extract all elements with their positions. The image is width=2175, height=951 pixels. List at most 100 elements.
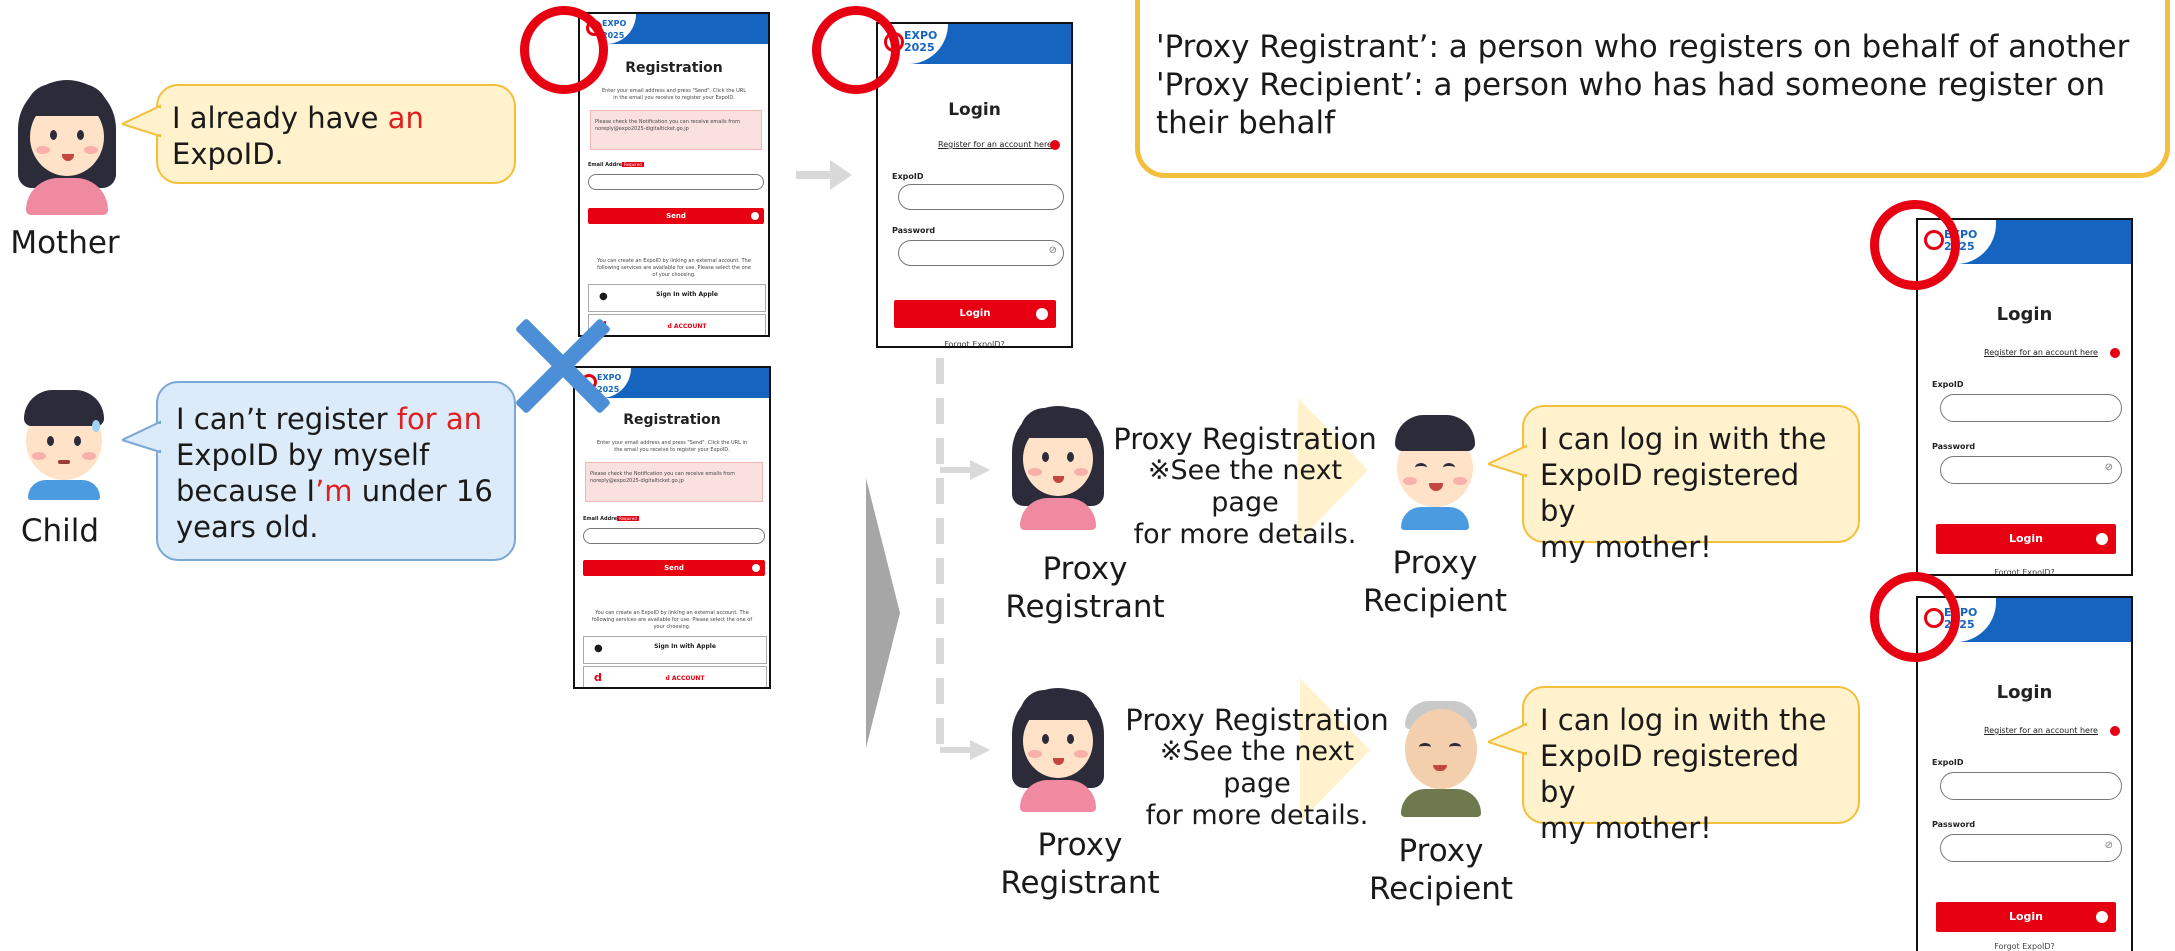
expoid-label: ExpoID — [1932, 758, 1964, 767]
proxy-recipient-boy-illustration — [1385, 415, 1485, 530]
arrow-right-icon — [752, 564, 760, 572]
definition-box: 'Proxy Registrant’: a person who registe… — [1135, 0, 2170, 178]
child-speech-d: because I — [176, 474, 316, 508]
mother-bubble-tail — [122, 104, 162, 138]
recipient-speech-2-line2: ExpoID registered by — [1540, 739, 1800, 809]
recipient-speech-2-line1: I can log in with the — [1540, 703, 1827, 737]
password-field[interactable]: ⊘ — [1940, 456, 2122, 484]
registration-notice-box: Please check the Notification you can re… — [590, 110, 762, 150]
sso-note: You can create an ExpoID by linking an e… — [597, 258, 751, 278]
apple-signin-button[interactable]: ● Sign In with Apple — [588, 284, 766, 312]
daccount-button[interactable]: d d ACCOUNT — [588, 314, 766, 335]
child-bubble-tail — [122, 420, 162, 454]
recipient-bubble-tail-2 — [1488, 722, 1528, 756]
proxy-recipient-label-2-line1: Proxy — [1398, 833, 1484, 869]
login-title: Login — [948, 100, 1001, 120]
recipient-speech-1-line3: my mother! — [1540, 530, 1712, 564]
login-screen-recipient-2: EXPO 2025 Login Register for an account h… — [1916, 596, 2133, 951]
expoid-field[interactable] — [1940, 394, 2122, 422]
definition-line-3: their behalf — [1156, 105, 1336, 141]
login-button-label: Login — [2008, 910, 2044, 923]
child-illustration — [14, 390, 114, 500]
password-field[interactable]: ⊘ — [898, 240, 1064, 266]
register-link[interactable]: Register for an account here — [1984, 348, 2098, 357]
daccount-button[interactable]: d d ACCOUNT — [583, 666, 767, 687]
highlight-ring — [1870, 572, 1960, 662]
expoid-field[interactable] — [1940, 772, 2122, 800]
proxy-registrant-label-2-line2: Registrant — [1000, 865, 1160, 901]
child-speech-c: ExpoID by myself — [176, 438, 430, 472]
apple-label: Sign In with Apple — [654, 643, 716, 650]
registration-instructions: Enter your email address and press "Send… — [601, 88, 747, 101]
password-field[interactable]: ⊘ — [1940, 834, 2122, 862]
forgot-link[interactable]: Forgot ExpoID? — [1918, 568, 2131, 574]
child-speech-b: for an — [396, 402, 482, 436]
proxy-registration-note-1: Proxy Registration ※See the next page fo… — [1110, 423, 1380, 551]
proxy-registrant-label-2: Proxy Registrant — [985, 826, 1175, 902]
logo-expo: EXPO — [602, 19, 627, 28]
register-link-arrow-icon — [2110, 726, 2120, 736]
mother-speech-bubble: I already have an ExpoID. — [156, 84, 516, 184]
registration-screen-bottom: EXPO 2025 Registration Enter your email a… — [573, 366, 771, 689]
eye-hidden-icon[interactable]: ⊘ — [1049, 245, 1057, 256]
eye-hidden-icon[interactable]: ⊘ — [2105, 462, 2113, 473]
proxy-recipient-label-1: Proxy Recipient — [1340, 544, 1530, 620]
apple-signin-button[interactable]: ● Sign In with Apple — [583, 636, 767, 664]
mother-speech-a: I already have — [172, 101, 388, 135]
expoid-field[interactable] — [898, 184, 1064, 210]
proxy-registrant-label-1: Proxy Registrant — [990, 550, 1180, 626]
register-link[interactable]: Register for an account here — [938, 140, 1052, 149]
proxy-registration-note-2-line1: ※See the next page — [1159, 736, 1355, 799]
registration-notice: Please check the Notification you can re… — [595, 119, 740, 132]
flow-chevron — [866, 478, 900, 748]
recipient-speech-1-line1: I can log in with the — [1540, 422, 1827, 456]
proxy-recipient-grandfather-illustration — [1393, 695, 1489, 817]
registration-title: Registration — [623, 412, 721, 428]
arrow-right-icon — [2096, 911, 2108, 923]
register-link-arrow-icon — [1050, 140, 1060, 150]
sso-note: You can create an ExpoID by linking an e… — [591, 610, 753, 630]
login-button-label: Login — [959, 308, 991, 319]
expoid-label: ExpoID — [1932, 380, 1964, 389]
child-speech-a: I can’t register — [176, 402, 397, 436]
login-button[interactable]: Login — [1936, 902, 2116, 932]
send-button-label: Send — [666, 212, 686, 220]
daccount-label: d ACCOUNT — [665, 675, 705, 682]
recipient-speech-1-line2: ExpoID registered by — [1540, 458, 1800, 528]
login-screen-main: EXPO 2025 Login Register for an account h… — [876, 22, 1073, 348]
arrow-right-icon — [796, 160, 852, 190]
proxy-registrant-illustration-2 — [1008, 688, 1108, 812]
definition-line-1: 'Proxy Registrant’: a person who registe… — [1156, 29, 2130, 65]
child-label: Child — [20, 513, 100, 549]
register-link[interactable]: Register for an account here — [1984, 726, 2098, 735]
proxy-registration-note-2: Proxy Registration ※See the next page fo… — [1122, 704, 1392, 832]
expoid-label: ExpoID — [892, 172, 924, 181]
email-field[interactable] — [583, 528, 765, 544]
forgot-link[interactable]: Forgot ExpoID? — [878, 340, 1071, 346]
child-speech-f: under 16 — [352, 474, 493, 508]
proxy-recipient-label-2-line2: Recipient — [1368, 871, 1514, 907]
email-field[interactable] — [588, 174, 764, 190]
proxy-registration-note-1-line1: ※See the next page — [1147, 455, 1343, 518]
proxy-registration-title-2: Proxy Registration — [1125, 703, 1389, 737]
recipient-speech-bubble-2: I can log in with the ExpoID registered … — [1522, 686, 1860, 845]
login-button[interactable]: Login — [1936, 524, 2116, 554]
password-label: Password — [1932, 820, 1976, 829]
highlight-ring — [520, 6, 608, 94]
mother-illustration — [12, 80, 122, 215]
login-title: Login — [1996, 682, 2053, 703]
daccount-icon: d — [594, 671, 602, 684]
registration-notice-box: Please check the Notification you can re… — [585, 462, 763, 502]
registration-screen-top: EXPO 2025 Registration Enter your email a… — [578, 12, 770, 337]
child-speech-g: years old. — [176, 510, 319, 544]
apple-icon: ● — [599, 291, 608, 302]
forgot-link[interactable]: Forgot ExpoID? — [1918, 942, 2131, 951]
send-button[interactable]: Send — [583, 560, 765, 576]
eye-hidden-icon[interactable]: ⊘ — [2105, 840, 2113, 851]
proxy-recipient-label-2: Proxy Recipient — [1346, 832, 1536, 908]
mother-label: Mother — [10, 225, 120, 261]
send-button[interactable]: Send — [588, 208, 764, 224]
login-button[interactable]: Login — [894, 300, 1056, 328]
logo-year: 2025 — [904, 41, 935, 54]
arrow-right-icon — [751, 212, 759, 220]
